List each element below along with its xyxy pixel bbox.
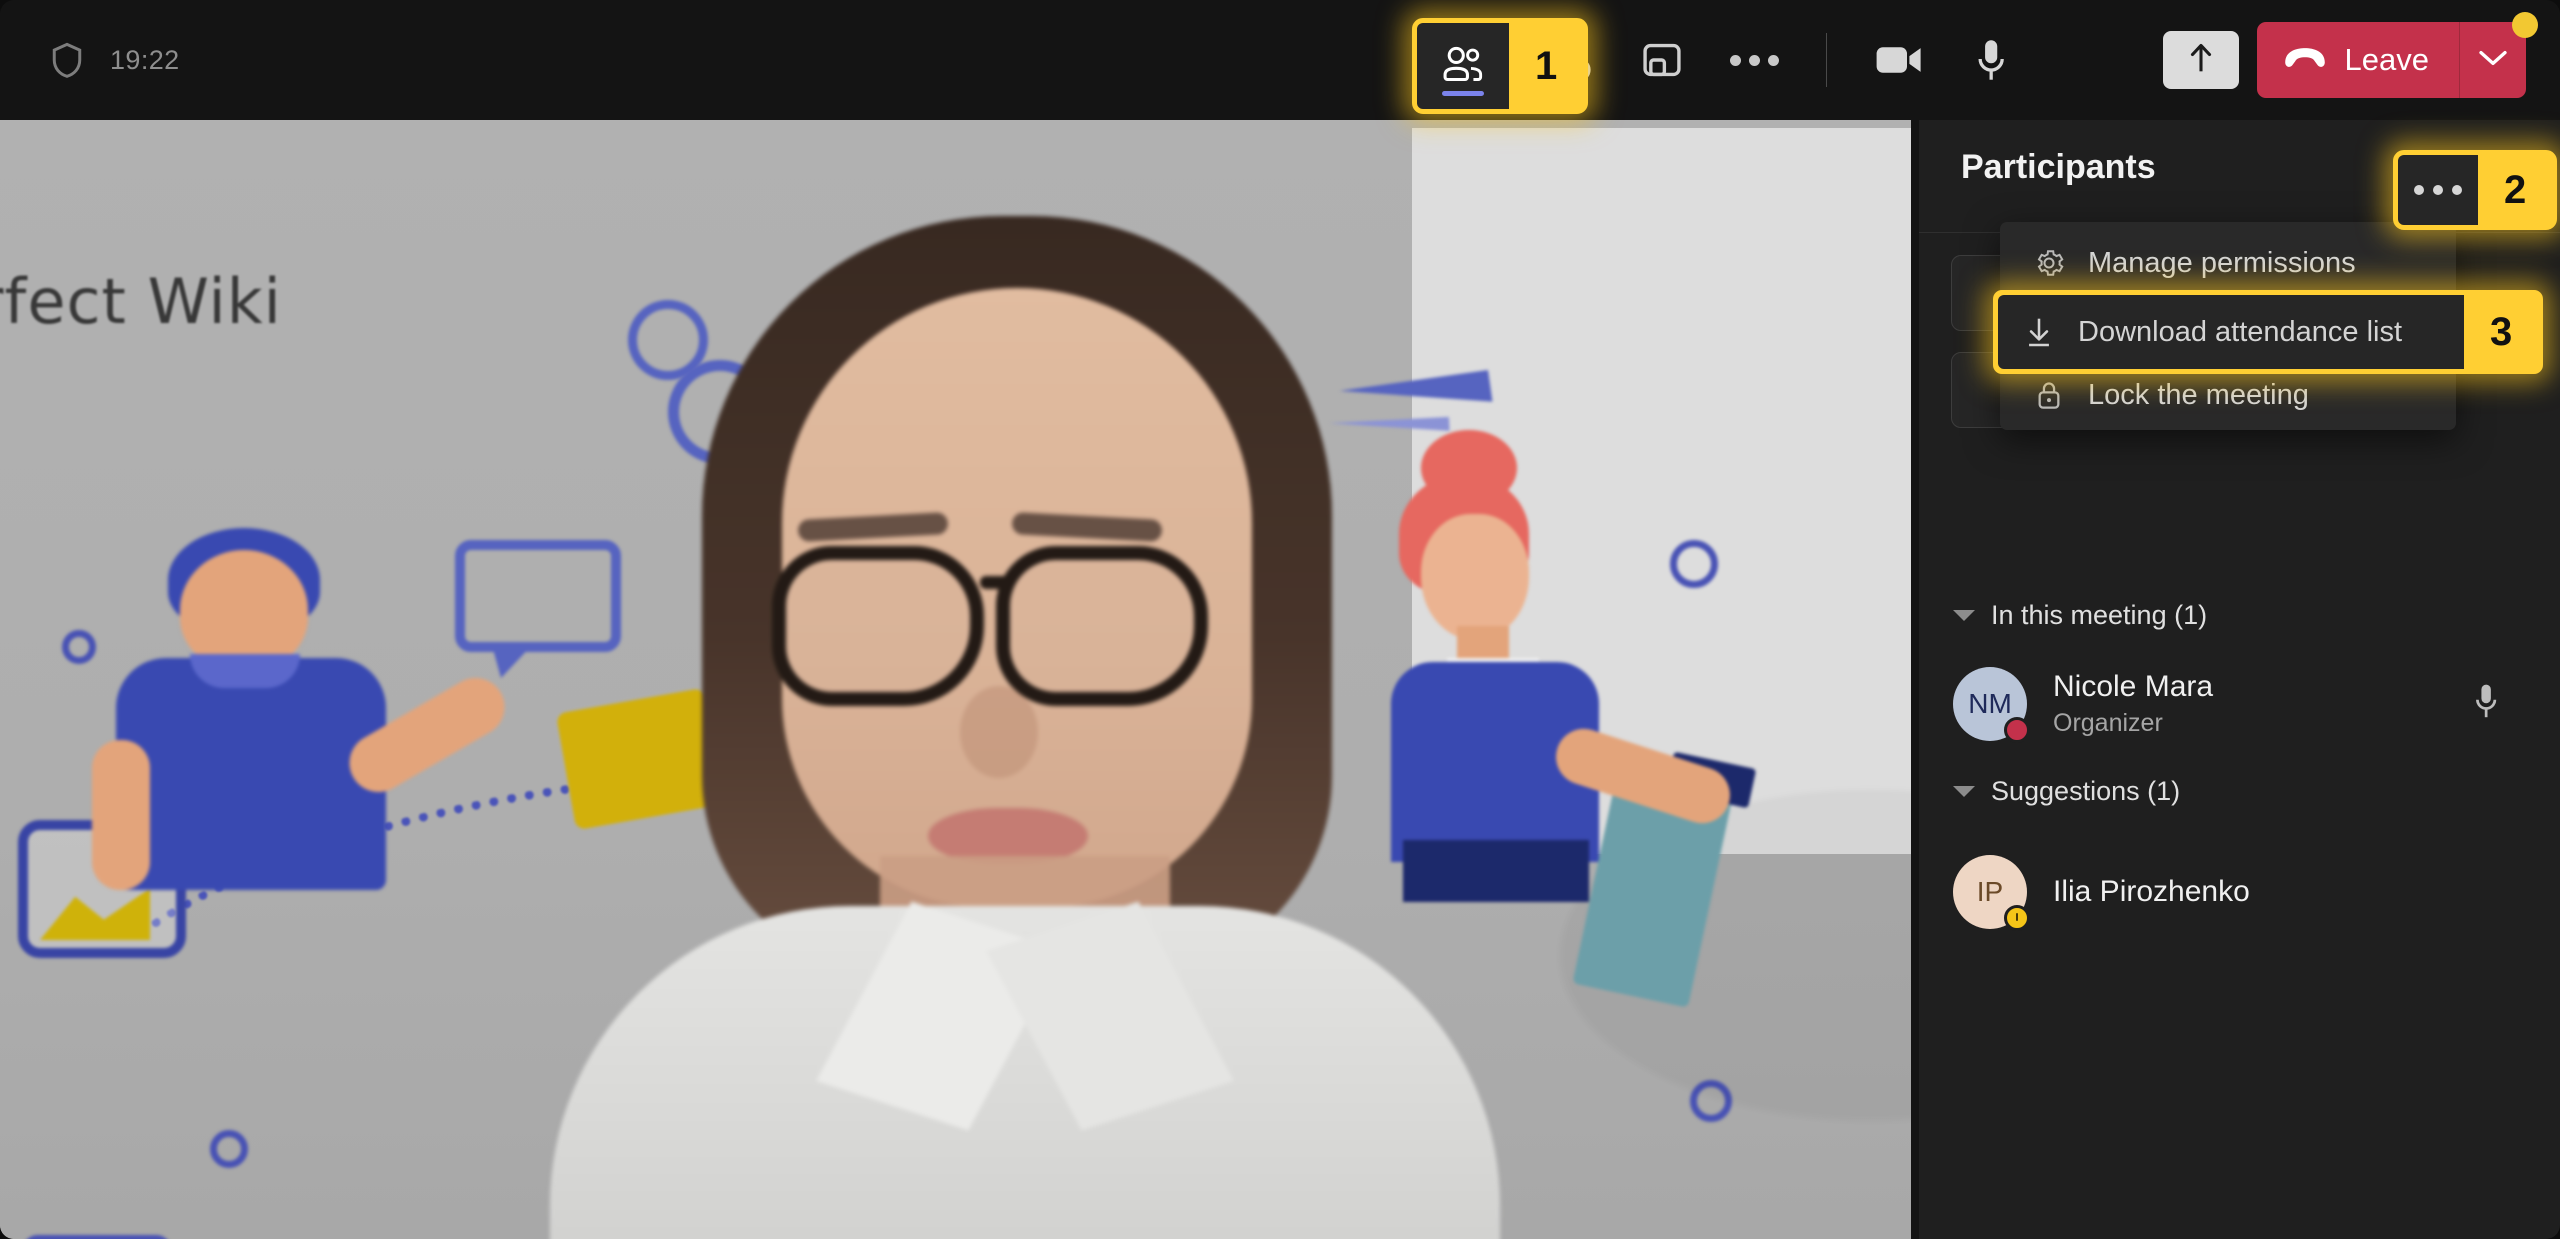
callout-3-download-attendance-list[interactable]: Download attendance list 3 (1993, 290, 2544, 374)
panel-more-options-button[interactable] (2398, 155, 2478, 225)
gear-icon (2032, 246, 2066, 280)
participant-info: Nicole Mara Organizer (2053, 670, 2213, 738)
shield-icon (50, 41, 84, 79)
leave-button-group: Leave (2256, 22, 2526, 98)
chevron-down-icon (1953, 610, 1975, 621)
share-screen-icon (2188, 42, 2214, 79)
people-button[interactable] (1417, 23, 1509, 109)
ellipsis-icon (1729, 54, 1779, 66)
toolbar-right-group: Leave (2162, 0, 2526, 120)
meeting-clock: 19:22 (110, 44, 180, 75)
callout-2-panel-more-options[interactable]: 2 (2393, 150, 2558, 230)
people-icon (1440, 45, 1486, 88)
chevron-down-icon (2478, 49, 2508, 72)
camera-icon (1875, 42, 1923, 78)
callout-number-2: 2 (2504, 167, 2527, 212)
participant-info: Ilia Pirozhenko (2053, 875, 2250, 909)
download-attendance-list-item[interactable]: Download attendance list (1998, 295, 2464, 369)
page-title: Participants (1961, 148, 2156, 186)
share-screen-button[interactable] (2162, 31, 2239, 89)
microphone-icon[interactable] (2471, 682, 2501, 727)
hangup-icon (2283, 47, 2327, 74)
avatar: NM (1953, 667, 2030, 743)
more-options-button[interactable] (1708, 22, 1800, 98)
meeting-stage: rfect Wiki (0, 120, 1911, 1239)
camera-button[interactable] (1853, 22, 1945, 98)
menu-item-label: Download attendance list (2078, 315, 2403, 348)
avatar-initials: IP (1976, 876, 2004, 907)
participant-role: Organizer (2053, 709, 2163, 737)
breakout-rooms-icon (1640, 38, 1684, 82)
chevron-down-icon (1953, 786, 1975, 797)
meeting-toolbar: 19:22 Leave (0, 0, 2560, 120)
avatar: IP (1953, 855, 2030, 931)
mic-button[interactable] (1945, 22, 2037, 98)
participant-name: Ilia Pirozhenko (2053, 875, 2250, 908)
stage-overlay (0, 120, 1911, 1239)
ellipsis-icon (2414, 185, 2462, 195)
callout-1-people-button[interactable]: 1 (1412, 18, 1589, 114)
menu-item-label: Manage permissions (2088, 246, 2356, 279)
presence-badge-away (2004, 905, 2030, 931)
toolbar-left-group: 19:22 (50, 0, 180, 120)
presence-badge-busy (2004, 717, 2030, 743)
teams-meeting-window: 19:22 Leave rfect Wiki Participants In t… (0, 0, 2560, 1239)
section-label: In this meeting (1) (1991, 600, 2208, 630)
leave-button[interactable]: Leave (2256, 22, 2459, 98)
status-dot (2512, 12, 2538, 38)
section-label: Suggestions (1) (1991, 776, 2181, 806)
callout-number-1: 1 (1535, 43, 1558, 88)
download-icon (2022, 315, 2056, 349)
participant-name: Nicole Mara (2053, 670, 2214, 703)
menu-item-manage-permissions[interactable]: Manage permissions (2000, 230, 2456, 296)
participant-row-nicole-mara[interactable]: NM Nicole Mara Organizer (1953, 658, 2523, 750)
participant-row-ilia-pirozhenko[interactable]: IP Ilia Pirozhenko (1953, 846, 2523, 938)
avatar-initials: NM (1968, 688, 2012, 719)
menu-item-label: Lock the meeting (2088, 378, 2309, 411)
leave-label: Leave (2344, 42, 2429, 77)
section-in-this-meeting[interactable]: In this meeting (1) (1953, 600, 2207, 631)
callout-number-3: 3 (2490, 309, 2513, 354)
microphone-icon (1974, 37, 2008, 83)
rooms-button[interactable] (1616, 22, 1708, 98)
lock-icon (2032, 378, 2066, 412)
toolbar-divider (1826, 33, 1827, 87)
section-suggestions[interactable]: Suggestions (1) (1953, 776, 2180, 807)
